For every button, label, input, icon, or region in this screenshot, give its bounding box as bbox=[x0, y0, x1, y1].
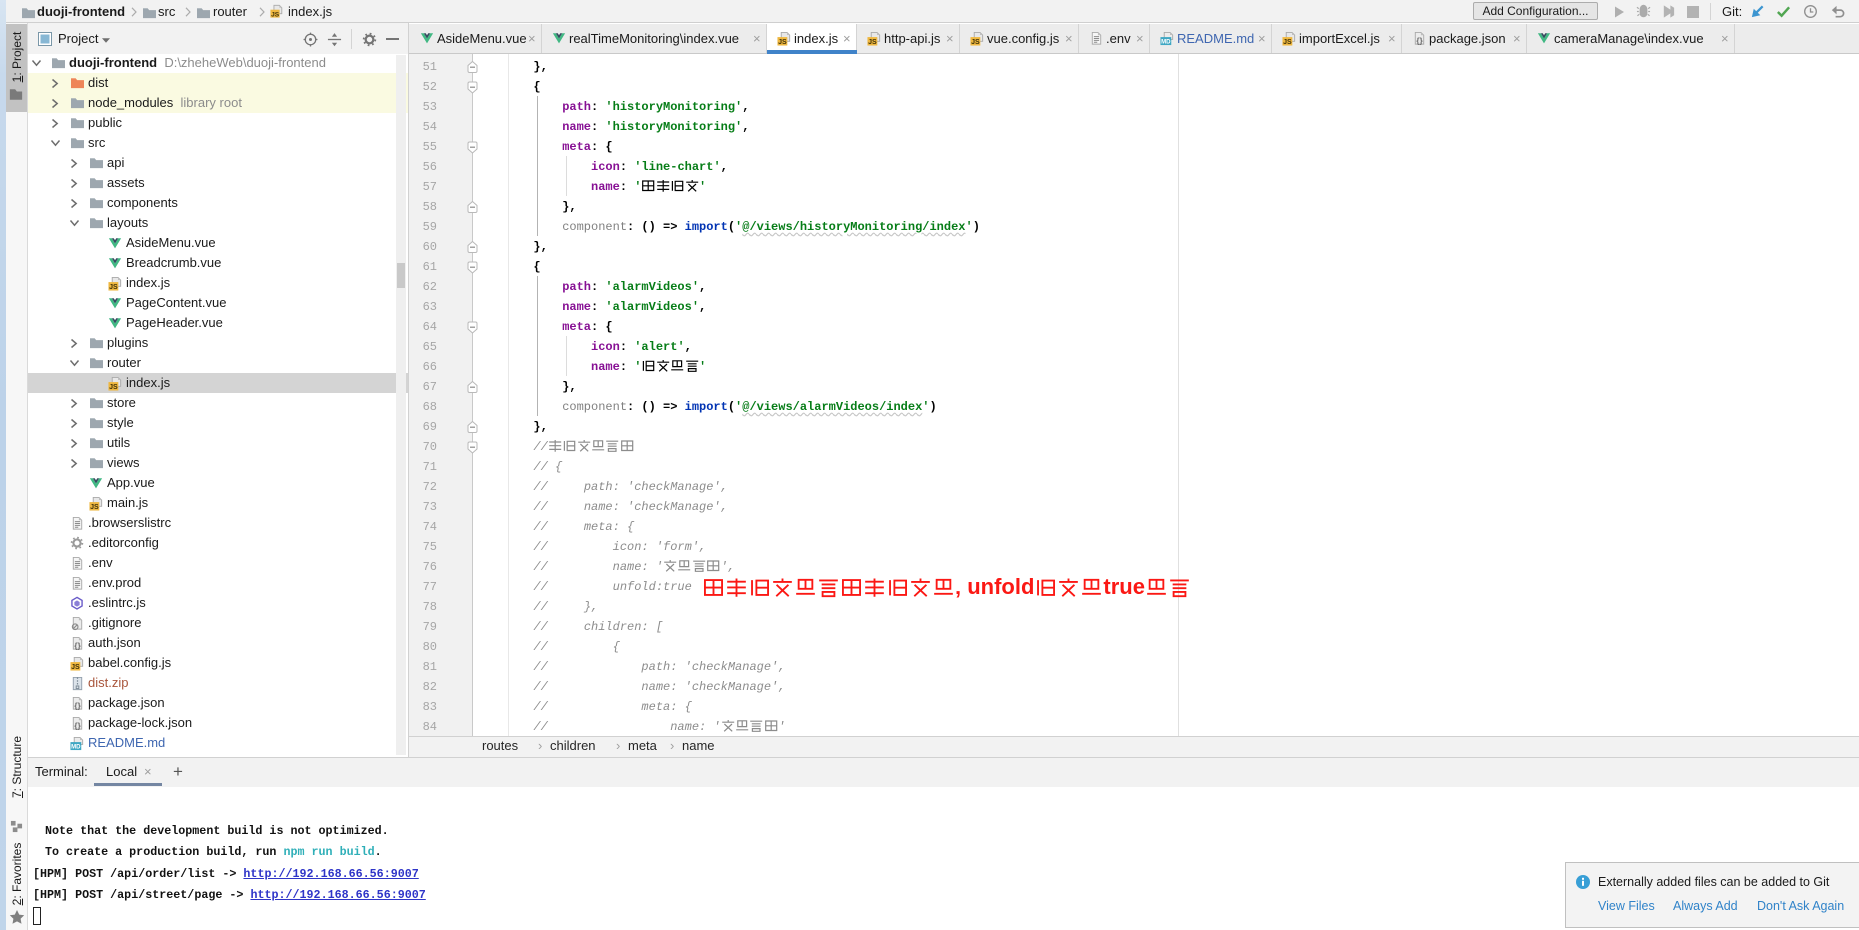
svg-text:JS: JS bbox=[1283, 39, 1292, 46]
svg-text:JS: JS bbox=[109, 384, 118, 391]
svg-text:JS: JS bbox=[71, 664, 80, 671]
svg-text:JS: JS bbox=[868, 39, 877, 46]
svg-text:{}: {} bbox=[1416, 36, 1423, 46]
svg-text:JS: JS bbox=[271, 11, 280, 18]
svg-text:JS: JS bbox=[109, 284, 118, 291]
svg-text:{}: {} bbox=[74, 721, 81, 731]
svg-text:JS: JS bbox=[90, 504, 99, 511]
svg-text:JS: JS bbox=[778, 39, 787, 46]
svg-text:{}: {} bbox=[74, 641, 81, 651]
svg-text:MD: MD bbox=[1161, 39, 1171, 46]
svg-text:MD: MD bbox=[71, 744, 81, 751]
svg-text:{}: {} bbox=[74, 701, 81, 711]
svg-text:JS: JS bbox=[971, 39, 980, 46]
